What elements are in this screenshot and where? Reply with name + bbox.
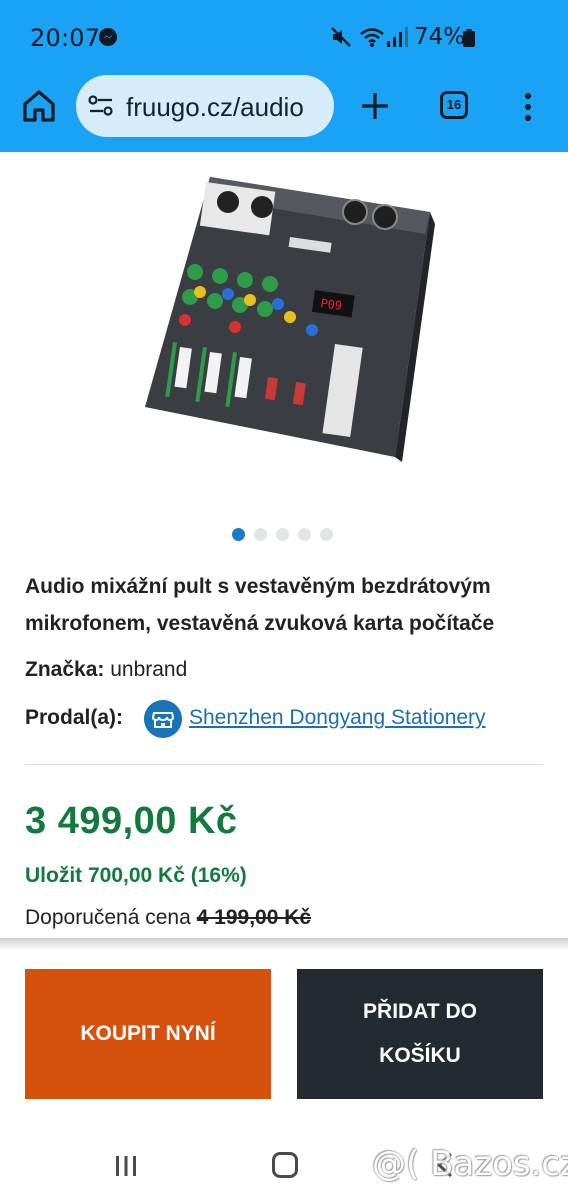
status-time: 20:07 [30, 24, 101, 52]
brand-value: unbrand [110, 658, 188, 681]
add-to-cart-button[interactable]: PŘIDAT DO KOŠÍKU [297, 969, 543, 1099]
recommended-price-row: Doporučená cena 4 199,00 Kč [25, 906, 311, 930]
product-title: Audio mixážní pult s vestavěným bezdráto… [25, 575, 495, 635]
gallery-dot-1[interactable] [232, 528, 245, 541]
gallery-dot-5[interactable] [320, 528, 333, 541]
recommended-price-label: Doporučená cena [25, 906, 191, 929]
store-icon[interactable] [144, 700, 182, 738]
browser-topbar: 20:07 74% fruugo.cz/audio 16 [0, 0, 568, 152]
more-menu-icon[interactable] [521, 92, 535, 122]
product-image[interactable]: P09 [140, 172, 440, 462]
android-nav-bar: @( Bazos.cz [0, 1124, 568, 1200]
status-bar: 20:07 74% [0, 0, 568, 72]
price: 3 499,00 Kč [25, 800, 238, 842]
site-settings-icon[interactable] [88, 95, 114, 117]
seller-row: Prodal(a): Shenzhen Dongyang Stationery [25, 700, 565, 740]
savings-text: Uložit 700,00 Kč (16%) [25, 864, 247, 887]
wifi-icon [360, 28, 384, 47]
recent-apps-icon[interactable] [114, 1154, 138, 1178]
url-bar[interactable]: fruugo.cz/audio [76, 75, 334, 137]
action-bar-shadow [0, 938, 568, 950]
buy-now-button[interactable]: KOUPIT NYNÍ [25, 969, 271, 1099]
gallery-dot-3[interactable] [276, 528, 289, 541]
brand-label: Značka: [25, 658, 105, 681]
gallery-dot-4[interactable] [298, 528, 311, 541]
divider [25, 764, 543, 765]
seller-label: Prodal(a): [25, 706, 124, 729]
battery-icon [463, 29, 475, 47]
signal-icon [387, 27, 408, 47]
recommended-price-value: 4 199,00 Kč [196, 906, 312, 929]
add-to-cart-label: PŘIDAT DO KOŠÍKU [363, 1000, 477, 1067]
seller-link[interactable]: Shenzhen Dongyang Stationery [189, 706, 486, 730]
messenger-icon [99, 28, 117, 46]
new-tab-icon[interactable] [359, 90, 391, 122]
url-text[interactable]: fruugo.cz/audio [126, 92, 304, 123]
nav-home-icon[interactable] [272, 1152, 298, 1178]
svg-text:P09: P09 [320, 296, 343, 313]
watermark: @( Bazos.cz [372, 1144, 568, 1184]
home-icon[interactable] [22, 89, 56, 123]
tab-switcher-button[interactable]: 16 [440, 91, 468, 119]
battery-percent: 74% [414, 24, 466, 50]
gallery-dot-2[interactable] [254, 528, 267, 541]
mute-icon [331, 27, 351, 47]
brand-row: Značka: unbrand [25, 658, 187, 682]
